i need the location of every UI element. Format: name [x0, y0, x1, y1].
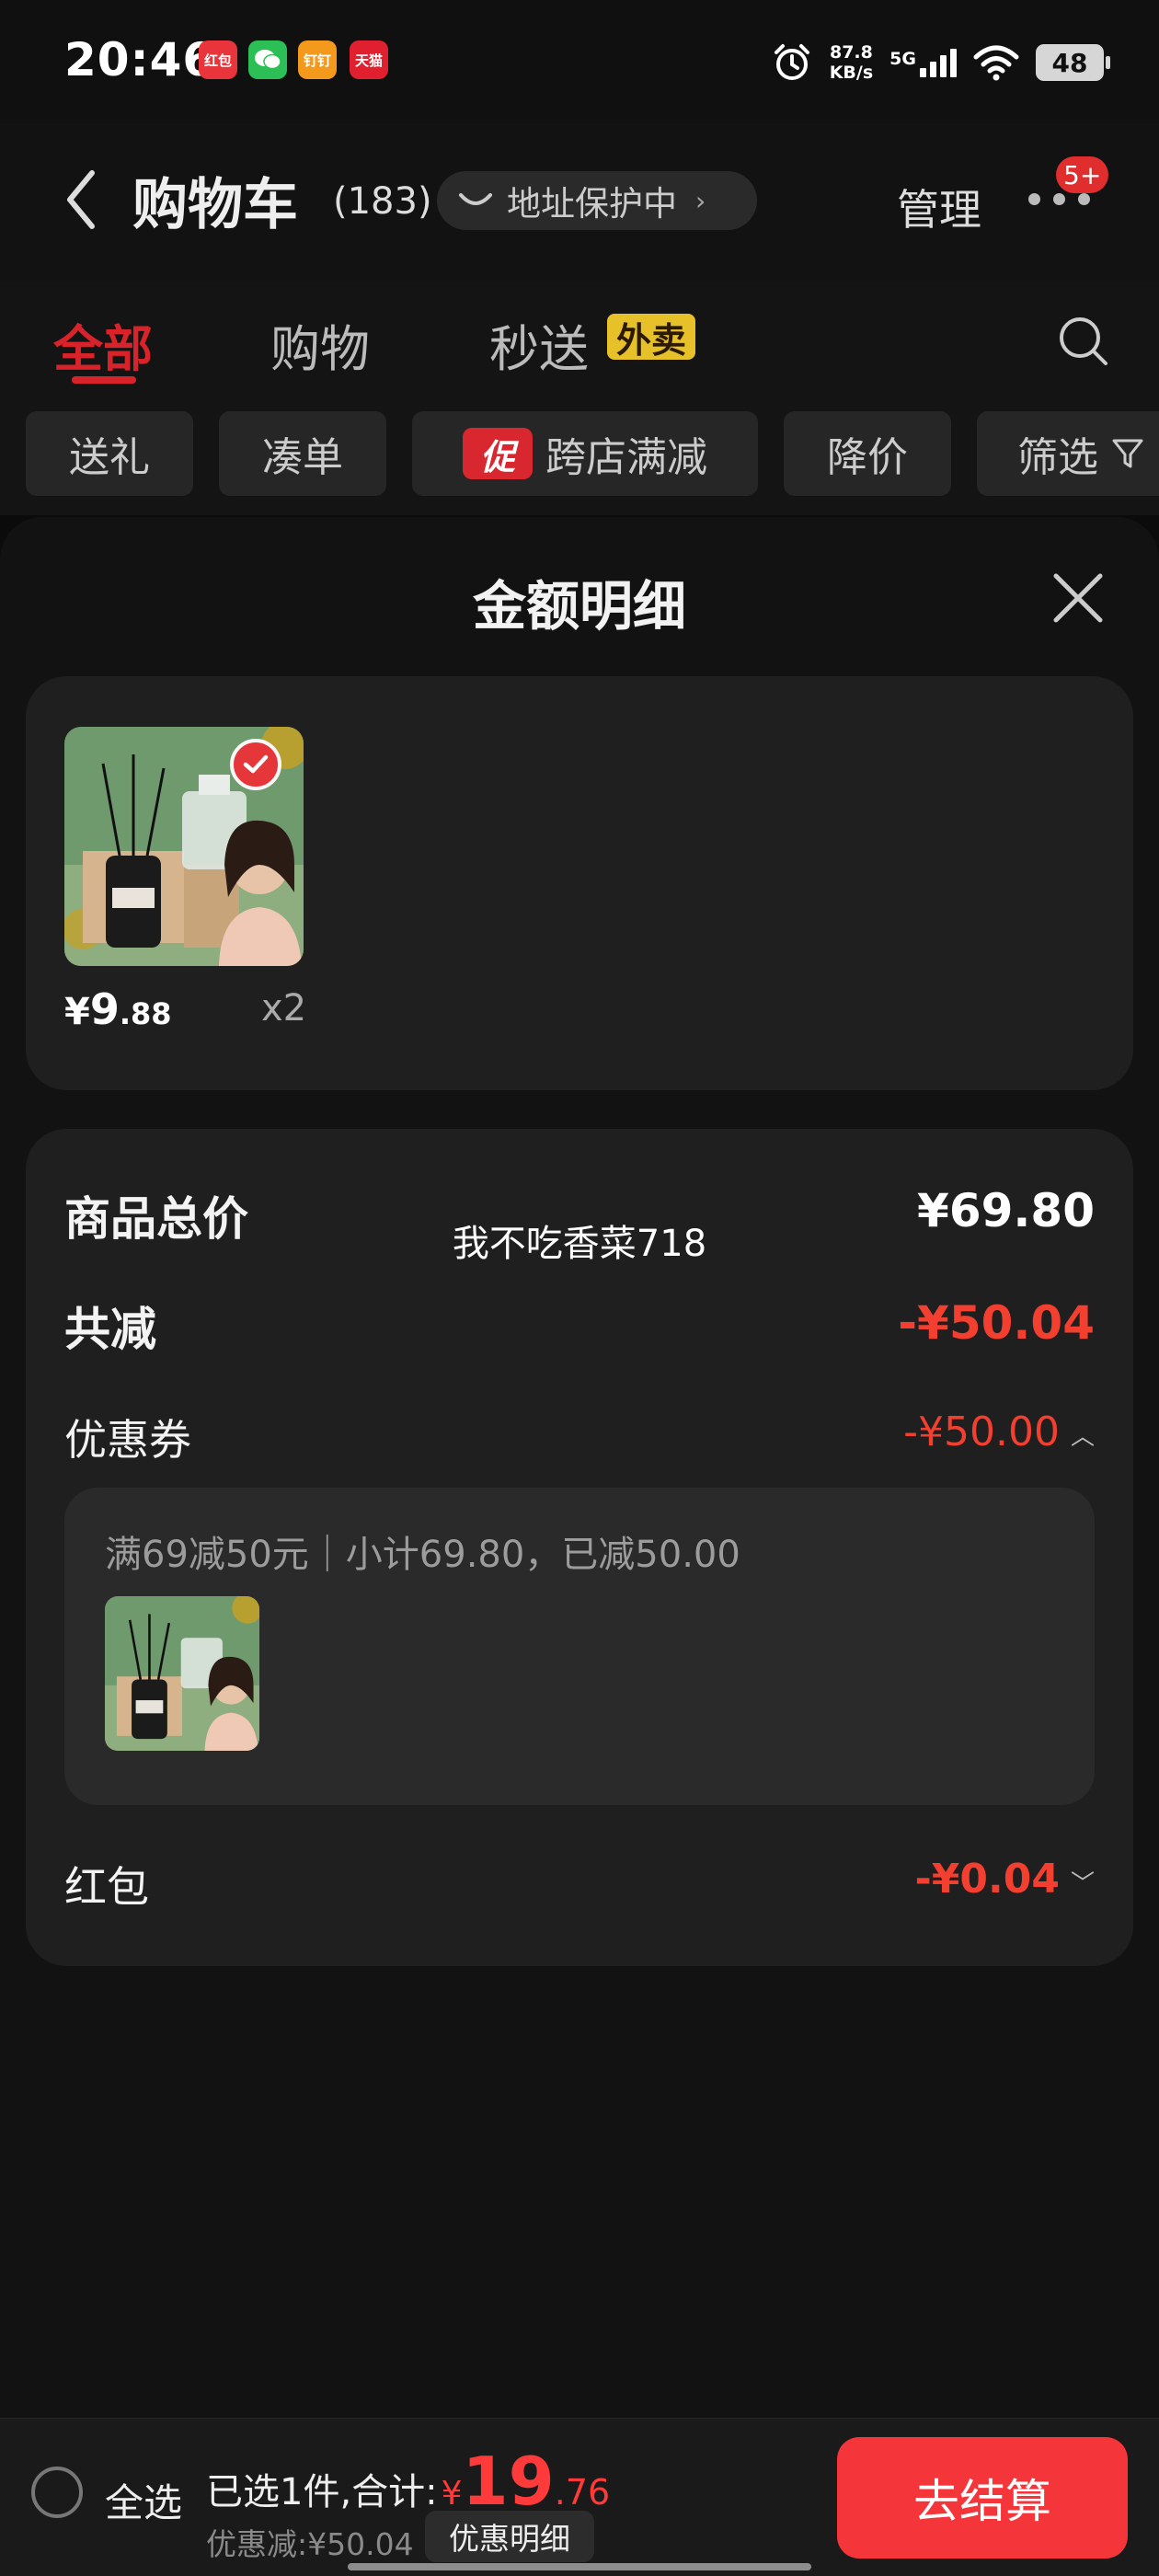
discount-text: 优惠减:¥50.04 — [206, 2526, 414, 2562]
selected-check-icon — [230, 739, 281, 790]
coupon-label: 优惠券 — [64, 1415, 191, 1465]
total-integer: 19 — [462, 2443, 555, 2520]
coupon-detail-box: 满69减50元｜小计69.80，已减50.00 — [64, 1488, 1095, 1805]
chip-price-drop[interactable]: 降价 — [784, 411, 951, 496]
chip-gift-label: 送礼 — [69, 434, 150, 481]
total-reduce-label: 共减 — [64, 1303, 156, 1356]
net-speed-value: 87.8 — [829, 42, 873, 63]
checkout-bar: 全选 已选1件,合计: ¥ 19 .76 优惠减:¥50.04 优惠明细 去结算 — [0, 2418, 1159, 2576]
price-breakdown-card: 商品总价 我不吃香菜718 ¥69.80 共减 -¥50.04 优惠券 -¥50… — [26, 1129, 1133, 1966]
coupon-detail-text: 满69减50元｜小计69.80，已减50.00 — [105, 1534, 740, 1576]
status-time: 20:46 — [64, 33, 216, 86]
product-quantity: x2 — [261, 987, 307, 1029]
chevron-up-icon: ︿ — [1070, 1422, 1095, 1451]
redpack-label: 红包 — [64, 1862, 149, 1912]
chip-price-drop-label: 降价 — [827, 434, 908, 481]
filter-chips: 送礼 凑单 促 跨店满减 降价 筛选 — [0, 400, 1159, 515]
tab-all[interactable]: 全部 — [53, 308, 153, 381]
chevron-down-icon: ﹀ — [1070, 1869, 1095, 1898]
app-icon-tmall: 天猫 — [350, 40, 388, 79]
more-menu-icon[interactable] — [1028, 193, 1090, 205]
product-price: ¥9.88 — [64, 984, 172, 1034]
status-right: 87.8 KB/s 5G 48 — [771, 37, 1110, 88]
total-summary: 已选1件,合计: ¥ 19 .76 — [206, 2443, 611, 2520]
alarm-icon — [774, 44, 809, 80]
page-title: 购物车 — [132, 173, 298, 237]
search-icon[interactable] — [1056, 314, 1111, 369]
smile-icon — [459, 193, 492, 205]
total-decimal: .76 — [554, 2472, 611, 2513]
total-price-value: ¥69.80 — [917, 1184, 1095, 1237]
address-protect-label: 地址保护中 — [507, 184, 677, 224]
price-decimal: .88 — [119, 996, 172, 1031]
tab-instant[interactable]: 秒送 — [489, 308, 589, 381]
chip-cross-store-label: 跨店满减 — [545, 434, 707, 481]
cart-count: (183) — [333, 180, 432, 223]
signal-icon: 5G — [889, 48, 957, 77]
coupon-product-image — [105, 1596, 259, 1751]
discount-detail-button[interactable]: 优惠明细 — [425, 2511, 594, 2562]
chip-combine-label: 凑单 — [262, 434, 343, 481]
total-reduce-value: -¥50.04 — [898, 1296, 1095, 1350]
address-protect-button[interactable]: 地址保护中 › — [437, 171, 757, 230]
sheet-title: 金额明细 — [472, 575, 686, 638]
app-icon-dingding: 钉钉 — [298, 40, 337, 79]
selected-count-text: 已选1件,合计: — [206, 2471, 438, 2513]
chip-filter[interactable]: 筛选 — [977, 411, 1159, 496]
battery-icon: 48 — [1036, 44, 1110, 81]
message-badge: 5+ — [1056, 156, 1109, 193]
select-all-label[interactable]: 全选 — [105, 2472, 182, 2528]
network-type: 5G — [889, 48, 916, 69]
cart-tabs: 全部 购物 秒送 外卖 — [0, 281, 1159, 400]
wechat-icon — [248, 40, 287, 79]
chip-filter-label: 筛选 — [1017, 434, 1098, 481]
coupon-row-toggle[interactable]: -¥50.00 ︿ — [903, 1409, 1095, 1455]
wifi-icon — [973, 45, 1019, 81]
checkout-button[interactable]: 去结算 — [837, 2437, 1128, 2559]
amount-detail-sheet: 金额明细 ¥9.88 x2 商品总价 我不吃香菜718 ¥69.80 共减 -¥… — [0, 517, 1159, 2576]
select-all-radio[interactable] — [31, 2467, 83, 2518]
coupon-value: -¥50.00 — [903, 1409, 1060, 1455]
app-icon-hongbao: 红包 — [199, 40, 237, 79]
home-indicator[interactable] — [348, 2563, 811, 2570]
tab-shopping[interactable]: 购物 — [270, 308, 370, 381]
net-speed-unit: KB/s — [829, 63, 874, 83]
price-currency: ¥ — [64, 991, 90, 1033]
price-integer: 9 — [89, 984, 120, 1034]
redpack-row-toggle[interactable]: -¥0.04 ﹀ — [915, 1856, 1095, 1903]
chevron-right-icon: › — [695, 185, 706, 216]
net-speed: 87.8 KB/s — [830, 42, 873, 83]
chip-cross-store[interactable]: 促 跨店满减 — [412, 411, 758, 496]
manage-button[interactable]: 管理 — [897, 177, 981, 237]
redpack-value: -¥0.04 — [914, 1856, 1060, 1903]
chip-combine[interactable]: 凑单 — [219, 411, 386, 496]
chip-gift[interactable]: 送礼 — [26, 411, 193, 496]
product-card: ¥9.88 x2 — [26, 676, 1133, 1090]
tab-active-indicator — [72, 376, 136, 384]
close-icon[interactable] — [1049, 569, 1107, 627]
promo-badge: 促 — [463, 428, 533, 479]
filter-icon — [1112, 439, 1143, 468]
back-arrow-icon[interactable] — [63, 167, 99, 232]
cart-header: 购物车 (183) 地址保护中 › 管理 5+ — [0, 120, 1159, 281]
total-currency: ¥ — [441, 2475, 463, 2513]
cart-page: 20:46 红包 钉钉 天猫 87.8 KB/s 5G 48 购物车 (183)… — [0, 0, 1159, 2576]
status-bar: 20:46 红包 钉钉 天猫 87.8 KB/s 5G 48 — [0, 0, 1159, 120]
waimai-badge: 外卖 — [607, 314, 696, 361]
